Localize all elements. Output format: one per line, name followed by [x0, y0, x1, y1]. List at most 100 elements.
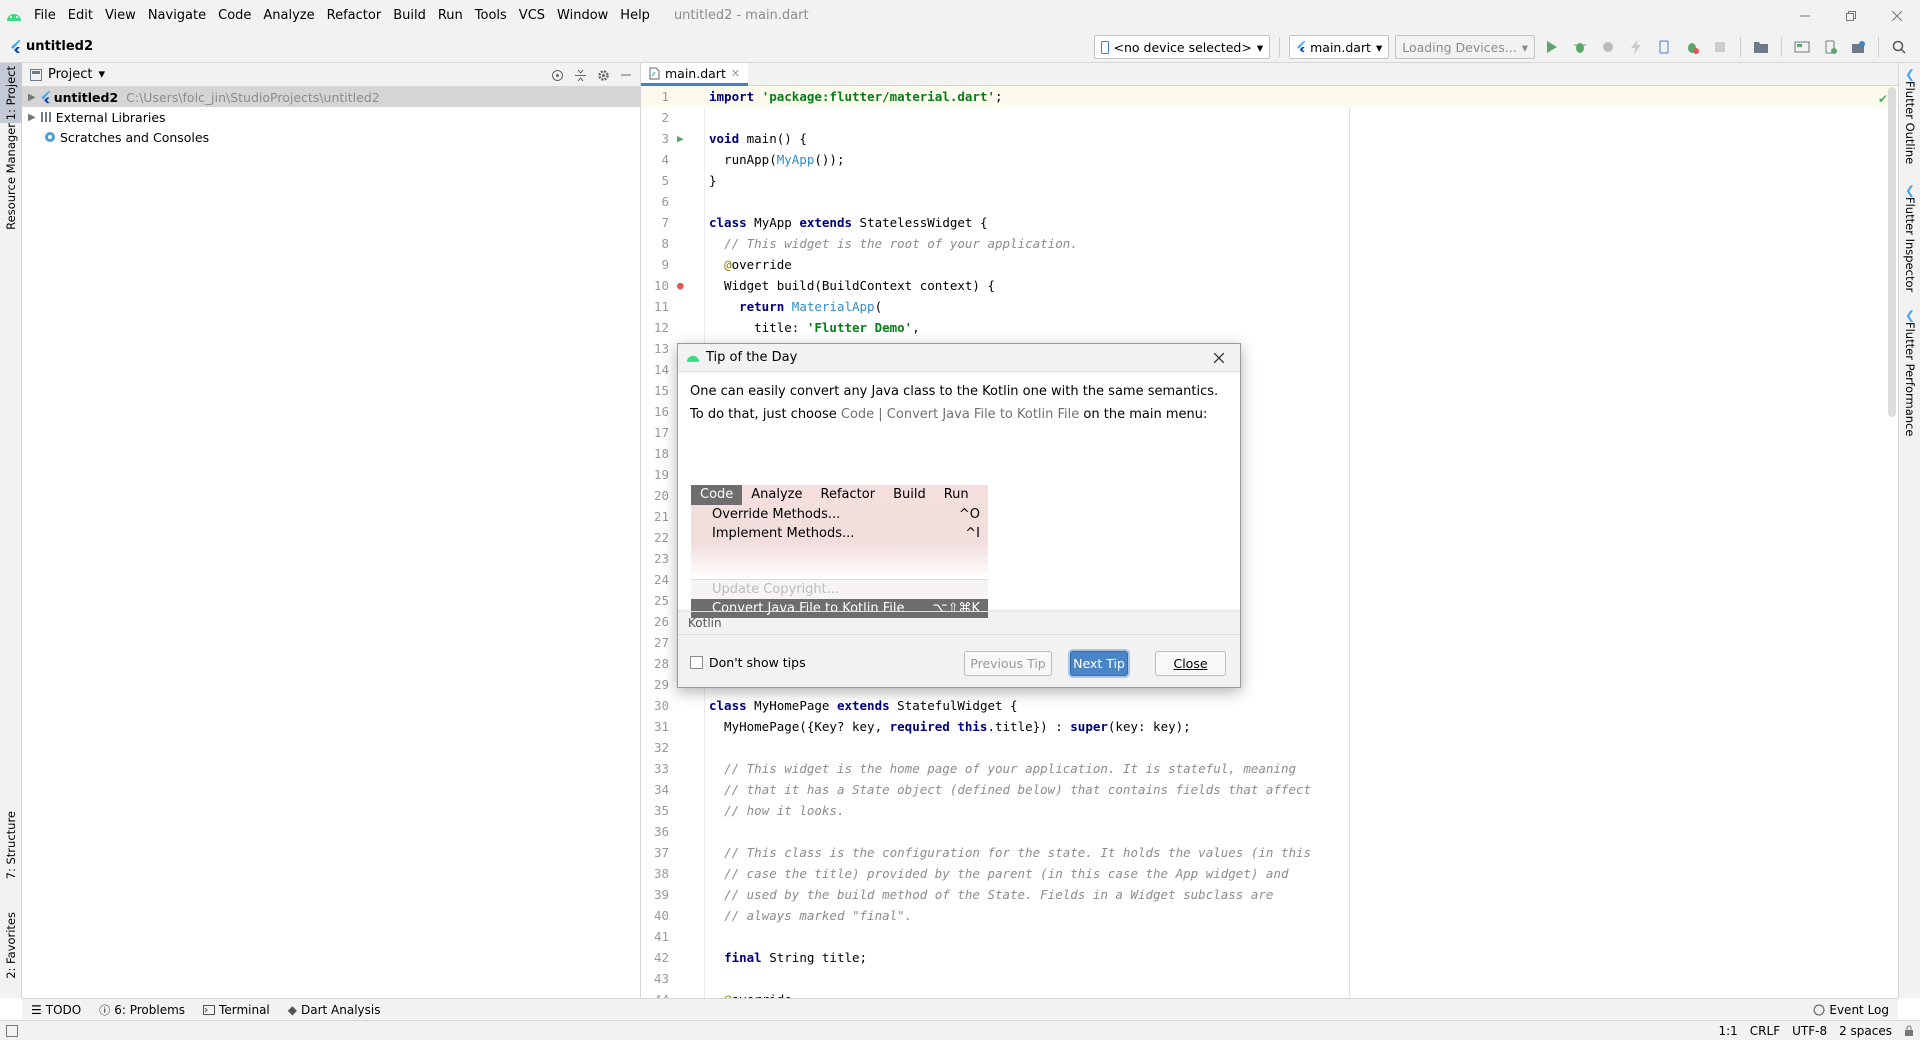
menu-window[interactable]: Window: [551, 0, 614, 31]
menu-refactor[interactable]: Refactor: [321, 0, 388, 31]
terminal-tool-tab[interactable]: Terminal: [194, 1003, 279, 1017]
close-icon[interactable]: [1210, 349, 1228, 367]
chevron-down-icon[interactable]: ▾: [98, 67, 105, 82]
expand-arrow-icon[interactable]: ▶: [28, 92, 36, 103]
structure-tool-tab[interactable]: 7: Structure: [0, 808, 22, 883]
code-line[interactable]: 41: [641, 926, 1898, 947]
code-line[interactable]: 3 void main() {: [641, 128, 1898, 149]
code-line[interactable]: 42 final String title;: [641, 947, 1898, 968]
code-line[interactable]: 11 return MaterialApp(: [641, 296, 1898, 317]
locate-icon[interactable]: [551, 69, 564, 82]
close-icon[interactable]: ✕: [731, 67, 740, 80]
next-tip-button[interactable]: Next Tip: [1070, 651, 1128, 676]
code-line[interactable]: 37 // This class is the configuration fo…: [641, 842, 1898, 863]
sdk-manager-button[interactable]: [1847, 35, 1869, 59]
code-line[interactable]: 12 title: 'Flutter Demo',: [641, 317, 1898, 338]
flutter-inspector-tool-tab[interactable]: ❮ Flutter Inspector: [1899, 183, 1920, 292]
menu-build[interactable]: Build: [387, 0, 432, 31]
hot-reload-button[interactable]: [1625, 35, 1647, 59]
indent-setting[interactable]: 2 spaces: [1833, 1024, 1898, 1038]
code-line[interactable]: 36: [641, 821, 1898, 842]
checkbox-box[interactable]: [690, 656, 703, 669]
menu-navigate[interactable]: Navigate: [142, 0, 212, 31]
breadcrumb[interactable]: untitled2: [10, 39, 93, 54]
code-line[interactable]: 40 // always marked "final".: [641, 905, 1898, 926]
device-selector[interactable]: <no device selected> ▾: [1093, 35, 1271, 59]
flutter-performance-tool-tab[interactable]: ❮ Flutter Performance: [1899, 308, 1920, 436]
restore-window-button[interactable]: [1828, 0, 1874, 31]
code-line[interactable]: 30 class MyHomePage extends StatefulWidge…: [641, 695, 1898, 716]
avd-manager-button[interactable]: [1819, 35, 1841, 59]
code-line[interactable]: 8 // This widget is the root of your app…: [641, 233, 1898, 254]
code-line[interactable]: 39 // used by the build method of the St…: [641, 884, 1898, 905]
tree-item-external-libraries[interactable]: ▶ External Libraries: [22, 107, 640, 127]
vertical-scrollbar[interactable]: [1888, 87, 1896, 417]
code-line[interactable]: 32: [641, 737, 1898, 758]
project-tool-tab[interactable]: 1: Project: [0, 63, 22, 123]
menu-run[interactable]: Run: [432, 0, 469, 31]
toggle-tool-windows-icon[interactable]: [6, 1024, 18, 1037]
code-line[interactable]: 4 runApp(MyApp());: [641, 149, 1898, 170]
menu-tools[interactable]: Tools: [469, 0, 513, 31]
menu-vcs[interactable]: VCS: [513, 0, 551, 31]
file-encoding[interactable]: UTF-8: [1786, 1024, 1833, 1038]
project-breadcrumb[interactable]: untitled2: [26, 39, 93, 54]
run-gutter-icon[interactable]: ▶: [677, 128, 684, 149]
override-gutter-icon[interactable]: ●: [677, 275, 684, 296]
code-line[interactable]: 7 class MyApp extends StatelessWidget {: [641, 212, 1898, 233]
line-separator[interactable]: CRLF: [1744, 1024, 1786, 1038]
code-line[interactable]: 10 Widget build(BuildContext context) {: [641, 275, 1898, 296]
code-line[interactable]: 43: [641, 968, 1898, 989]
expand-arrow-icon[interactable]: ▶: [28, 112, 36, 123]
debug-button[interactable]: [1569, 35, 1591, 59]
dont-show-tips-checkbox[interactable]: Don't show tips: [690, 655, 806, 670]
code-line[interactable]: 33 // This widget is the home page of yo…: [641, 758, 1898, 779]
close-window-button[interactable]: [1874, 0, 1920, 31]
hide-panel-icon[interactable]: [620, 69, 632, 81]
problems-tool-tab[interactable]: ⓘ 6: Problems: [90, 1002, 194, 1018]
dart-analysis-tool-tab[interactable]: ◆ Dart Analysis: [279, 1003, 390, 1017]
code-line[interactable]: 9 @override: [641, 254, 1898, 275]
attach-debugger-button[interactable]: [1597, 35, 1619, 59]
tree-item-project-root[interactable]: ▶ untitled2 C:\Users\folc_jin\StudioProj…: [22, 87, 640, 107]
minimize-window-button[interactable]: [1782, 0, 1828, 31]
menu-code[interactable]: Code: [212, 0, 257, 31]
flutter-outline-tool-tab[interactable]: ❮ Flutter Outline: [1899, 67, 1920, 164]
menu-view[interactable]: View: [99, 0, 142, 31]
coverage-button[interactable]: [1681, 35, 1703, 59]
previous-tip-button[interactable]: Previous Tip: [964, 651, 1052, 676]
menu-edit[interactable]: Edit: [62, 0, 99, 31]
gear-icon[interactable]: [597, 69, 610, 82]
loading-devices-selector[interactable]: Loading Devices... ▾: [1395, 35, 1535, 59]
event-log-tool-tab[interactable]: Event Log: [1804, 1003, 1898, 1017]
run-config-selector[interactable]: main.dart ▾: [1289, 35, 1390, 59]
code-line[interactable]: 5}: [641, 170, 1898, 191]
code-line[interactable]: 35 // how it looks.: [641, 800, 1898, 821]
collapse-all-icon[interactable]: [574, 69, 587, 82]
menu-help[interactable]: Help: [614, 0, 656, 31]
project-view-selector[interactable]: Project: [48, 67, 92, 82]
search-icon[interactable]: [1888, 35, 1910, 59]
flutter-attach-button[interactable]: [1653, 35, 1675, 59]
favorites-tool-tab[interactable]: 2: Favorites: [0, 903, 22, 988]
close-button[interactable]: Close: [1155, 651, 1226, 676]
run-button[interactable]: [1541, 35, 1563, 59]
stop-button[interactable]: [1709, 35, 1731, 59]
tree-item-scratches[interactable]: Scratches and Consoles: [22, 127, 640, 147]
lock-icon[interactable]: [1898, 1025, 1920, 1037]
menu-file[interactable]: File: [28, 0, 62, 31]
todo-tool-tab[interactable]: ☰ TODO: [22, 1003, 90, 1017]
caret-position[interactable]: 1:1: [1712, 1024, 1743, 1038]
resource-manager-tool-tab[interactable]: Resource Manager: [0, 123, 22, 230]
tab-main-dart[interactable]: main.dart ✕: [641, 63, 749, 86]
code-line[interactable]: 1 import 'package:flutter/material.dart';: [641, 86, 1898, 107]
code-line[interactable]: 38 // case the title) provided by the pa…: [641, 863, 1898, 884]
analysis-ok-icon[interactable]: ✔: [1878, 92, 1888, 106]
menu-analyze[interactable]: Analyze: [257, 0, 320, 31]
code-line[interactable]: 2: [641, 107, 1898, 128]
code-line[interactable]: 34 // that it has a State object (define…: [641, 779, 1898, 800]
code-line[interactable]: 6: [641, 191, 1898, 212]
device-manager-button[interactable]: [1791, 35, 1813, 59]
project-structure-button[interactable]: [1750, 35, 1772, 59]
code-line[interactable]: 31 MyHomePage({Key? key, required this.t…: [641, 716, 1898, 737]
